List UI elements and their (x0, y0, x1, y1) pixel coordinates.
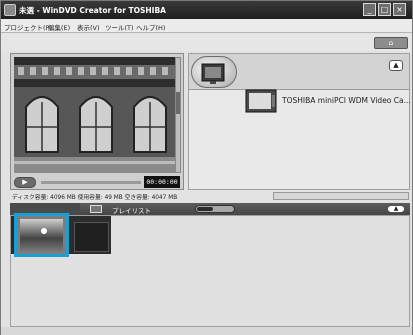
menu-project[interactable]: プロジェクト(P) (4, 22, 52, 32)
clip-image (20, 219, 63, 251)
title-bar: 未選 - WinDVD Creator for TOSHIBA _ □ × (1, 1, 412, 19)
app-window: 未選 - WinDVD Creator for TOSHIBA _ □ × プロ… (0, 0, 413, 335)
arrow-up-icon: ▲ (393, 205, 399, 212)
clip-thumbnail[interactable] (14, 213, 69, 257)
scrollbar-thumb[interactable] (176, 92, 180, 114)
play-icon: ▶ (22, 178, 28, 186)
minimize-button[interactable]: _ (363, 3, 376, 16)
capture-device-icon (191, 56, 237, 88)
playlist-area (10, 213, 410, 327)
arrow-up-icon: ▲ (393, 61, 399, 69)
preview-scrollbar[interactable] (175, 57, 181, 173)
toggle-knob (197, 207, 213, 211)
top-toolbar: ⌂ (1, 33, 412, 51)
playlist-bar: プレイリスト ▲ (10, 203, 410, 215)
menu-help[interactable]: ヘルプ(H) (136, 22, 165, 32)
sun-spot (41, 228, 47, 234)
window-title: 未選 - WinDVD Creator for TOSHIBA (19, 6, 166, 15)
app-icon (4, 4, 16, 16)
device-list-item[interactable]: TOSHIBA miniPCI WDM Video Ca... (245, 89, 411, 115)
preview-pane: ▶ 00:00:00 (10, 53, 184, 190)
menu-tools[interactable]: ツール(T) (105, 22, 134, 32)
up-button[interactable]: ▲ (389, 60, 403, 71)
video-preview (14, 57, 176, 173)
menu-view[interactable]: 表示(V) (77, 22, 100, 32)
disk-info: ディスク容量: 4096 MB 使用容量: 49 MB 空き容量: 4047 M… (12, 195, 178, 201)
seek-bar[interactable] (41, 181, 141, 184)
tv-icon (245, 89, 277, 113)
home-icon: ⌂ (388, 39, 394, 47)
clip-strip (11, 213, 111, 257)
view-toggle[interactable] (195, 205, 235, 213)
capacity-bar (273, 192, 409, 200)
bottom-strip (1, 327, 412, 335)
maximize-button[interactable]: □ (378, 3, 391, 16)
device-header: ▲ (189, 54, 409, 90)
menu-bar: プロジェクト(P) 編集(E) 表示(V) ツール(T) ヘルプ(H) (1, 19, 412, 33)
close-button[interactable]: × (393, 3, 406, 16)
building-image (14, 57, 176, 173)
playlist-label[interactable]: プレイリスト (112, 205, 151, 215)
timecode-display: 00:00:00 (144, 176, 180, 188)
play-button[interactable]: ▶ (14, 177, 36, 188)
menu-edit[interactable]: 編集(E) (48, 22, 70, 32)
empty-clip-slot[interactable] (74, 222, 109, 252)
status-row: ディスク容量: 4096 MB 使用容量: 49 MB 空き容量: 4047 M… (10, 190, 410, 202)
device-pane: ▲ TOSHIBA miniPCI WDM Video Ca... (188, 53, 411, 190)
device-label: TOSHIBA miniPCI WDM Video Ca... (282, 96, 411, 105)
home-button[interactable]: ⌂ (374, 37, 408, 49)
collapse-button[interactable]: ▲ (387, 205, 405, 213)
playlist-icon (90, 205, 102, 213)
